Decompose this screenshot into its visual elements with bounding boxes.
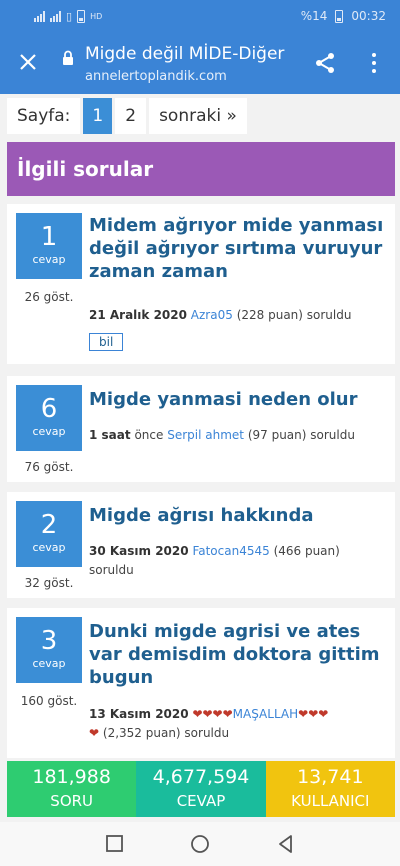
view-count: 76 göst. — [24, 460, 74, 474]
answer-count: 3 — [40, 626, 58, 656]
answer-count-label: cevap — [32, 541, 66, 554]
view-count: 160 göst. — [20, 694, 78, 708]
heart-icon: ❤ — [89, 726, 100, 740]
question-meta: 30 Kasım 2020 Fatocan4545 (466 puan) sor… — [89, 542, 384, 580]
vibrate-icon: ▯ — [66, 10, 73, 23]
view-count: 32 göst. — [24, 576, 74, 590]
question-meta: 13 Kasım 2020 ❤❤❤❤MAŞALLAH❤❤❤ ❤ (2,352 p… — [89, 705, 384, 743]
status-icons-left: ▯ HD — [34, 10, 102, 23]
question-card: 2 cevap 32 göst. Migde ağrısı hakkında 3… — [7, 492, 395, 598]
answer-count-label: cevap — [32, 253, 66, 266]
stat-label: CEVAP — [176, 792, 226, 810]
signal-icon — [34, 11, 45, 22]
stat-questions: 181,988 SORU — [7, 761, 137, 817]
stat-users: 13,741 KULLANICI — [265, 761, 395, 817]
stat-value: 13,741 — [297, 766, 364, 788]
question-meta: 1 saat önce Serpil ahmet (97 puan) sorul… — [89, 426, 384, 445]
question-title[interactable]: Migde ağrısı hakkında — [89, 504, 384, 527]
network-type-label: HD — [90, 12, 103, 21]
answer-count: 2 — [40, 510, 58, 540]
close-icon[interactable] — [14, 48, 42, 76]
status-icons-right: %14 00:32 — [301, 9, 386, 23]
question-author[interactable]: MAŞALLAH — [233, 707, 299, 721]
question-title[interactable]: Midem ağrıyor mide yanması değil ağrıyor… — [89, 214, 384, 283]
answer-count-label: cevap — [32, 425, 66, 438]
heart-icons: ❤❤❤❤ — [192, 707, 233, 721]
question-author[interactable]: Fatocan4545 — [192, 544, 269, 558]
browser-toolbar: Migde değil MİDE-Diğer annelertoplandik.… — [0, 34, 400, 94]
section-header: İlgili sorular — [7, 142, 395, 196]
lock-icon — [62, 50, 74, 70]
answer-count-box[interactable]: 1 cevap — [16, 213, 82, 279]
question-date: 21 Aralık 2020 — [89, 308, 187, 322]
question-card: 6 cevap 76 göst. Migde yanmasi neden olu… — [7, 376, 395, 482]
status-bar: ▯ HD %14 00:32 — [0, 0, 400, 34]
system-nav-bar — [0, 822, 400, 866]
author-points: (97 puan) soruldu — [247, 428, 355, 442]
back-icon[interactable] — [276, 834, 296, 854]
question-author[interactable]: Azra05 — [191, 308, 233, 322]
site-stats: 181,988 SORU 4,677,594 CEVAP 13,741 KULL… — [7, 761, 395, 817]
stat-value: 4,677,594 — [152, 766, 250, 788]
answer-count-box[interactable]: 3 cevap — [16, 617, 82, 683]
answer-count: 6 — [40, 394, 58, 424]
page-link-2[interactable]: 2 — [115, 98, 147, 134]
page-title: Migde değil MİDE-Diğer — [85, 44, 285, 64]
question-meta: 21 Aralık 2020 Azra05 (228 puan) soruldu — [89, 306, 384, 325]
answer-count-label: cevap — [32, 657, 66, 670]
question-title[interactable]: Migde yanmasi neden olur — [89, 388, 384, 411]
answer-count-box[interactable]: 2 cevap — [16, 501, 82, 567]
recents-icon[interactable] — [105, 834, 125, 854]
battery-percent: %14 — [300, 9, 328, 23]
question-date: 13 Kasım 2020 — [89, 707, 189, 721]
question-title[interactable]: Dunki migde agrisi ve ates var demisdim … — [89, 620, 384, 689]
question-author[interactable]: Serpil ahmet — [167, 428, 244, 442]
answer-count-box[interactable]: 6 cevap — [16, 385, 82, 451]
share-icon[interactable] — [313, 51, 337, 79]
signal-icon-2 — [50, 11, 61, 22]
author-points: (2,352 puan) soruldu — [102, 726, 230, 740]
question-date: 1 saat — [89, 428, 131, 442]
question-tag[interactable]: bil — [89, 333, 124, 351]
stat-value: 181,988 — [32, 766, 111, 788]
page-link-1[interactable]: 1 — [83, 98, 113, 134]
question-date-suffix: önce — [134, 428, 164, 442]
battery-icon — [335, 9, 344, 23]
next-page-link[interactable]: sonraki » — [149, 98, 247, 134]
stat-label: SORU — [50, 792, 94, 810]
clock: 00:32 — [351, 9, 386, 23]
answer-count: 1 — [40, 222, 58, 252]
home-icon[interactable] — [190, 834, 210, 854]
question-card: 3 cevap 160 göst. Dunki migde agrisi ve … — [7, 608, 395, 758]
page-url[interactable]: annelertoplandik.com — [85, 69, 227, 84]
more-options-icon[interactable] — [368, 51, 380, 75]
pagination: Sayfa: 1 2 sonraki » — [7, 98, 250, 136]
stat-label: KULLANICI — [291, 792, 370, 810]
battery-saver-icon — [77, 10, 86, 23]
question-date: 30 Kasım 2020 — [89, 544, 189, 558]
pagination-label: Sayfa: — [7, 98, 81, 134]
heart-icons: ❤❤❤ — [298, 707, 329, 721]
view-count: 26 göst. — [24, 290, 74, 304]
stat-answers: 4,677,594 CEVAP — [136, 761, 266, 817]
author-points: (228 puan) soruldu — [236, 308, 352, 322]
question-card: 1 cevap 26 göst. Midem ağrıyor mide yanm… — [7, 204, 395, 364]
